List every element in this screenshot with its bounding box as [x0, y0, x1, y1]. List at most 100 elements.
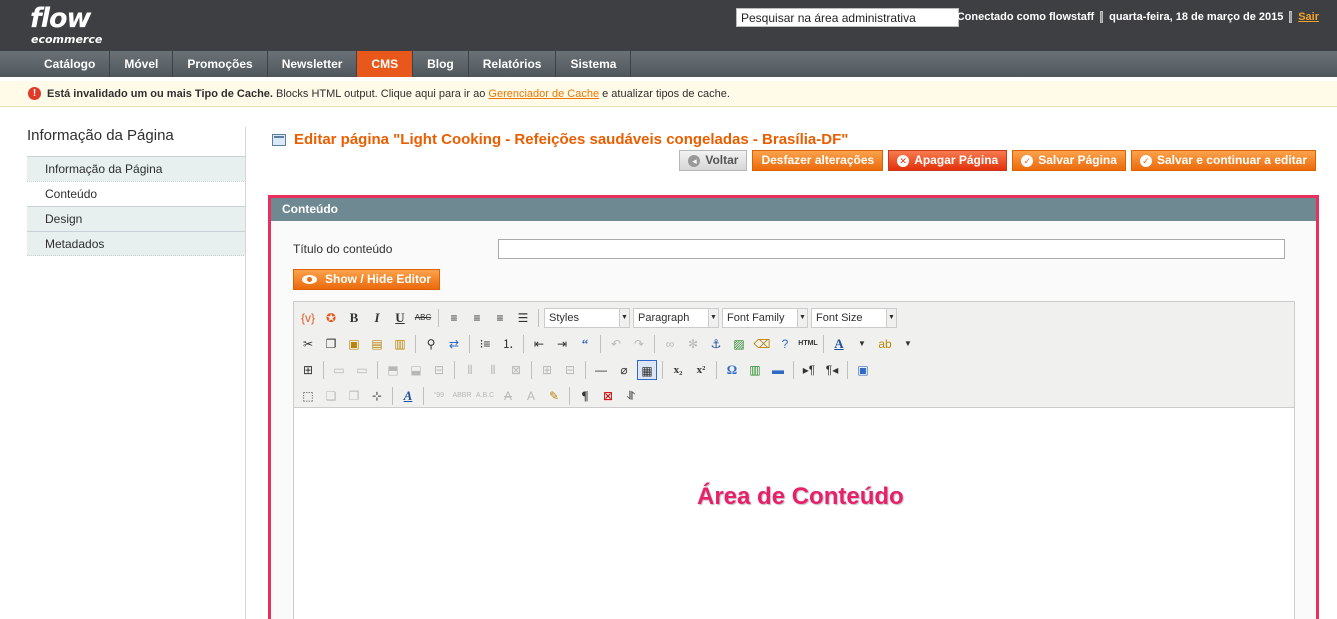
deletion-icon[interactable]: A: [498, 386, 518, 406]
subscript-icon[interactable]: x₂: [668, 360, 688, 380]
visual-chars-icon[interactable]: ¶: [575, 386, 595, 406]
align-center-icon[interactable]: ≡: [467, 308, 487, 328]
acronym-icon[interactable]: A.B.C: [475, 386, 495, 406]
cut-icon[interactable]: ✂: [298, 334, 318, 354]
blockquote-icon[interactable]: “: [575, 334, 595, 354]
back-button[interactable]: ◂ Voltar: [679, 150, 748, 171]
nav-item-promocoes[interactable]: Promoções: [173, 51, 268, 77]
insert-col-before-icon[interactable]: ⫴: [460, 360, 480, 380]
redo-icon[interactable]: ↷: [629, 334, 649, 354]
dropdown-arrow-icon[interactable]: ▼: [898, 334, 918, 354]
advanced-hr-icon[interactable]: ▬: [768, 360, 788, 380]
styleprops-icon[interactable]: A: [398, 386, 418, 406]
content-title-input[interactable]: [498, 239, 1285, 259]
cite-icon[interactable]: “99: [429, 386, 449, 406]
tab-page-information[interactable]: Informação da Página: [27, 156, 246, 181]
reset-button[interactable]: Desfazer alterações: [752, 150, 884, 171]
save-page-button[interactable]: ✓ Salvar Página: [1012, 150, 1126, 171]
table-icon[interactable]: ⊞: [298, 360, 318, 380]
editor-content-area[interactable]: Área de Conteúdo: [294, 408, 1294, 619]
special-char-icon[interactable]: Ω: [722, 360, 742, 380]
find-icon[interactable]: ⚲: [421, 334, 441, 354]
numbered-list-icon[interactable]: ⒈: [498, 334, 518, 354]
cleanup-icon[interactable]: ⌫: [752, 334, 772, 354]
underline-icon[interactable]: U: [390, 308, 410, 328]
bold-icon[interactable]: B: [344, 308, 364, 328]
delete-row-icon[interactable]: ⊟: [429, 360, 449, 380]
move-forward-icon[interactable]: ❏: [321, 386, 341, 406]
italic-icon[interactable]: I: [367, 308, 387, 328]
visual-aid-icon[interactable]: ▦: [637, 360, 657, 380]
cell-properties-icon[interactable]: ▭: [352, 360, 372, 380]
flow-ecommerce-logo[interactable]: flow ecommerce: [30, 4, 102, 46]
align-left-icon[interactable]: ≡: [444, 308, 464, 328]
fullscreen-icon[interactable]: ▣: [853, 360, 873, 380]
undo-icon[interactable]: ↶: [606, 334, 626, 354]
tab-content[interactable]: Conteúdo: [27, 181, 246, 206]
help-icon[interactable]: ?: [775, 334, 795, 354]
global-search-input[interactable]: [736, 8, 959, 27]
main-navigation: Catálogo Móvel Promoções Newsletter CMS …: [0, 51, 1337, 77]
insert-layer-icon[interactable]: ⬚: [298, 386, 318, 406]
row-properties-icon[interactable]: ▭: [329, 360, 349, 380]
remove-format-icon[interactable]: ⌀: [614, 360, 634, 380]
nav-item-blog[interactable]: Blog: [413, 51, 469, 77]
tab-design[interactable]: Design: [27, 206, 246, 231]
html-source-icon[interactable]: HTML: [798, 334, 818, 354]
horizontal-rule-icon[interactable]: —: [591, 360, 611, 380]
paste-icon[interactable]: ▣: [344, 334, 364, 354]
paste-word-icon[interactable]: ▥: [390, 334, 410, 354]
split-cells-icon[interactable]: ⊞: [537, 360, 557, 380]
image-icon[interactable]: ▨: [729, 334, 749, 354]
media-icon[interactable]: ▥: [745, 360, 765, 380]
nav-item-cms[interactable]: CMS: [357, 51, 414, 77]
pagebreak-icon[interactable]: ⥯: [621, 386, 641, 406]
nav-item-relatorios[interactable]: Relatórios: [469, 51, 557, 77]
absolute-position-icon[interactable]: ⊹: [367, 386, 387, 406]
styles-select[interactable]: Styles ▼: [544, 308, 630, 328]
delete-page-button[interactable]: ✕ Apagar Página: [888, 150, 1008, 171]
save-and-continue-button[interactable]: ✓ Salvar e continuar a editar: [1130, 150, 1316, 171]
merge-cells-icon[interactable]: ⊟: [560, 360, 580, 380]
abbreviation-icon[interactable]: ABBR: [452, 386, 472, 406]
insert-col-after-icon[interactable]: ⫴: [483, 360, 503, 380]
cache-manager-link[interactable]: Gerenciador de Cache: [488, 88, 599, 100]
nav-item-catalogo[interactable]: Catálogo: [30, 51, 111, 77]
replace-icon[interactable]: ⇄: [444, 334, 464, 354]
superscript-icon[interactable]: x²: [691, 360, 711, 380]
dropdown-arrow-icon[interactable]: ▼: [852, 334, 872, 354]
outdent-icon[interactable]: ⇤: [529, 334, 549, 354]
ltr-icon[interactable]: ▸¶: [799, 360, 819, 380]
anchor-icon[interactable]: ⚓: [706, 334, 726, 354]
insert-row-before-icon[interactable]: ⬒: [383, 360, 403, 380]
rtl-icon[interactable]: ¶◂: [822, 360, 842, 380]
nav-item-sistema[interactable]: Sistema: [556, 51, 632, 77]
move-backward-icon[interactable]: ❐: [344, 386, 364, 406]
tab-metadata[interactable]: Metadados: [27, 231, 246, 256]
indent-icon[interactable]: ⇥: [552, 334, 572, 354]
background-color-icon[interactable]: ab: [875, 334, 895, 354]
attributes-icon[interactable]: ✎: [544, 386, 564, 406]
nav-item-movel[interactable]: Móvel: [110, 51, 174, 77]
align-justify-icon[interactable]: ☰: [513, 308, 533, 328]
insertion-icon[interactable]: A: [521, 386, 541, 406]
show-hide-editor-button[interactable]: Show / Hide Editor: [293, 269, 441, 290]
font-size-select[interactable]: Font Size ▼: [811, 308, 897, 328]
logout-link[interactable]: Sair: [1298, 11, 1319, 23]
align-right-icon[interactable]: ≡: [490, 308, 510, 328]
unlink-icon[interactable]: ✻: [683, 334, 703, 354]
nonbreaking-icon[interactable]: ⊠: [598, 386, 618, 406]
bullet-list-icon[interactable]: ⁝≡: [475, 334, 495, 354]
insert-widget-icon[interactable]: ✪: [321, 308, 341, 328]
font-family-select[interactable]: Font Family ▼: [722, 308, 808, 328]
text-color-icon[interactable]: A: [829, 334, 849, 354]
nav-item-newsletter[interactable]: Newsletter: [268, 51, 358, 77]
insert-variable-icon[interactable]: {v}: [298, 308, 318, 328]
delete-col-icon[interactable]: ⊠: [506, 360, 526, 380]
copy-icon[interactable]: ❐: [321, 334, 341, 354]
link-icon[interactable]: ∞: [660, 334, 680, 354]
strikethrough-icon[interactable]: ABC: [413, 308, 433, 328]
paste-text-icon[interactable]: ▤: [367, 334, 387, 354]
insert-row-after-icon[interactable]: ⬓: [406, 360, 426, 380]
paragraph-select[interactable]: Paragraph ▼: [633, 308, 719, 328]
